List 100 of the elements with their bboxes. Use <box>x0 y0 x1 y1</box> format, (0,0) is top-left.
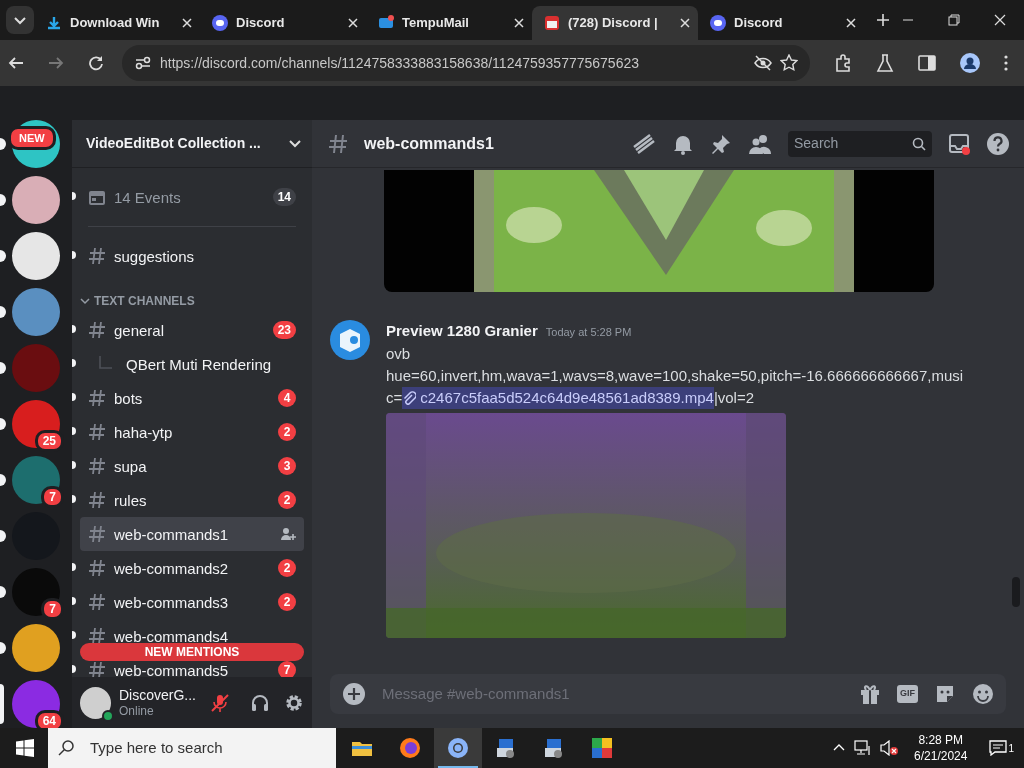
channel-item[interactable]: rules 2 <box>80 483 304 517</box>
channel-item[interactable]: 14 Events 14 <box>80 180 304 214</box>
category-header[interactable]: TEXT CHANNELS <box>80 289 304 313</box>
channel-item[interactable]: web-commands2 2 <box>80 551 304 585</box>
server-icon[interactable] <box>12 176 60 224</box>
server-icon[interactable] <box>12 624 60 672</box>
hashtag-icon <box>88 627 106 645</box>
hashtag-icon <box>88 247 106 265</box>
unread-badge: 2 <box>278 559 296 577</box>
close-icon[interactable] <box>514 18 524 28</box>
hashtag-icon <box>88 661 106 677</box>
restore-icon[interactable] <box>948 14 960 26</box>
help-icon[interactable] <box>986 131 1010 156</box>
start-icon[interactable] <box>16 739 34 757</box>
channel-title: web-commands1 <box>364 133 495 154</box>
browser-tab[interactable]: Discord <box>200 6 366 40</box>
close-icon[interactable] <box>348 18 358 28</box>
channel-item[interactable]: bots 4 <box>80 381 304 415</box>
settings-icon[interactable] <box>284 692 304 713</box>
close-icon[interactable] <box>680 18 690 28</box>
extensions-icon[interactable] <box>834 54 852 72</box>
discord-logo-icon <box>710 15 726 31</box>
members-icon[interactable] <box>748 132 772 155</box>
clock-date[interactable]: 6/21/2024 <box>914 748 968 764</box>
menu-icon[interactable] <box>1004 55 1008 71</box>
star-icon[interactable] <box>780 54 798 72</box>
inbox-icon[interactable] <box>948 132 970 155</box>
firefox-icon[interactable] <box>398 736 422 760</box>
message-text: |vol=2 <box>713 387 755 408</box>
flask-icon[interactable] <box>876 54 894 72</box>
profile-icon[interactable] <box>960 53 980 73</box>
hashtag-icon <box>88 491 106 509</box>
chrome-icon[interactable] <box>446 736 470 760</box>
headphones-icon[interactable] <box>250 692 270 713</box>
author-name[interactable]: Preview 1280 Granier <box>386 320 538 343</box>
new-mentions-toast[interactable]: NEW MENTIONS <box>80 643 304 661</box>
notification-center-button[interactable]: 1 <box>989 740 1014 756</box>
close-icon[interactable] <box>846 18 856 28</box>
hashtag-icon <box>88 321 106 339</box>
thread-branch-icon <box>98 356 112 372</box>
channel-item[interactable]: suggestions <box>80 239 304 273</box>
user-avatar[interactable] <box>80 686 111 719</box>
site-settings-icon[interactable] <box>134 54 152 72</box>
search-icon <box>912 136 926 151</box>
unread-badge: 23 <box>272 321 296 339</box>
channel-item[interactable]: general 23 <box>80 313 304 347</box>
hashtag-icon <box>88 525 106 543</box>
channel-item[interactable]: haha-ytp 2 <box>80 415 304 449</box>
channel-item[interactable]: supa 3 <box>80 449 304 483</box>
microphone-muted-icon[interactable] <box>210 692 230 713</box>
add-icon[interactable] <box>342 682 366 706</box>
eye-off-icon[interactable] <box>754 55 772 71</box>
clock-time[interactable]: 8:28 PM <box>914 732 968 748</box>
sticker-icon[interactable] <box>934 683 956 705</box>
reload-icon[interactable] <box>88 55 104 71</box>
paperclip-icon <box>402 390 417 405</box>
tiles-icon[interactable] <box>590 736 614 760</box>
hashtag-icon <box>328 133 348 154</box>
message-text: c= <box>386 387 403 408</box>
unread-badge: 3 <box>278 457 296 475</box>
new-tab-icon[interactable] <box>876 13 890 27</box>
unread-badge: 2 <box>278 593 296 611</box>
side-panel-icon[interactable] <box>918 54 936 72</box>
message-field[interactable]: Message #web-commands1 GIF <box>330 674 1006 714</box>
scrollbar-thumb[interactable] <box>1012 577 1020 607</box>
attachment-link[interactable]: c2467c5faa5d524c64d9e48561ad8389.mp4 <box>402 386 714 409</box>
close-icon[interactable] <box>994 14 1006 26</box>
browser-tab[interactable]: Discord <box>698 6 864 40</box>
browser-tab[interactable]: (728) Discord | <box>532 6 698 40</box>
calendar-icon <box>88 188 106 206</box>
unread-badge: 14 <box>272 188 296 206</box>
calendar-icon <box>544 15 560 31</box>
channel-item[interactable]: web-commands1 <box>80 517 304 551</box>
server-icon[interactable] <box>12 232 60 280</box>
unread-badge: 2 <box>278 423 296 441</box>
bot-avatar-icon[interactable] <box>330 320 370 360</box>
browser-tab[interactable]: Download Win <box>34 6 200 40</box>
mail-icon <box>378 15 394 31</box>
tab-list-icon[interactable] <box>6 6 34 34</box>
server-name[interactable]: VideoEditBot Collection ... <box>86 133 261 154</box>
unread-badge: 4 <box>278 389 296 407</box>
download-icon <box>46 15 62 31</box>
volume-muted-icon[interactable] <box>880 740 899 756</box>
emoji-icon[interactable] <box>972 683 994 705</box>
search-field[interactable]: Search <box>788 130 932 157</box>
back-icon[interactable] <box>8 55 24 71</box>
browser-tab[interactable]: TempuMail <box>366 6 532 40</box>
notification-icon <box>989 740 1008 756</box>
close-icon[interactable] <box>182 18 192 28</box>
pin-icon[interactable] <box>710 132 732 155</box>
gif-button[interactable]: GIF <box>897 685 918 703</box>
threads-icon[interactable] <box>632 131 656 156</box>
taskbar-search-field[interactable]: Type here to search <box>48 728 336 768</box>
network-icon[interactable] <box>854 740 873 756</box>
invite-icon[interactable] <box>280 526 296 542</box>
gift-icon[interactable] <box>859 683 881 705</box>
user-name: DiscoverG... <box>119 686 196 703</box>
hashtag-icon <box>88 423 106 441</box>
channel-item[interactable]: web-commands3 2 <box>80 585 304 619</box>
channel-item[interactable]: QBert Muti Rendering <box>80 347 304 381</box>
